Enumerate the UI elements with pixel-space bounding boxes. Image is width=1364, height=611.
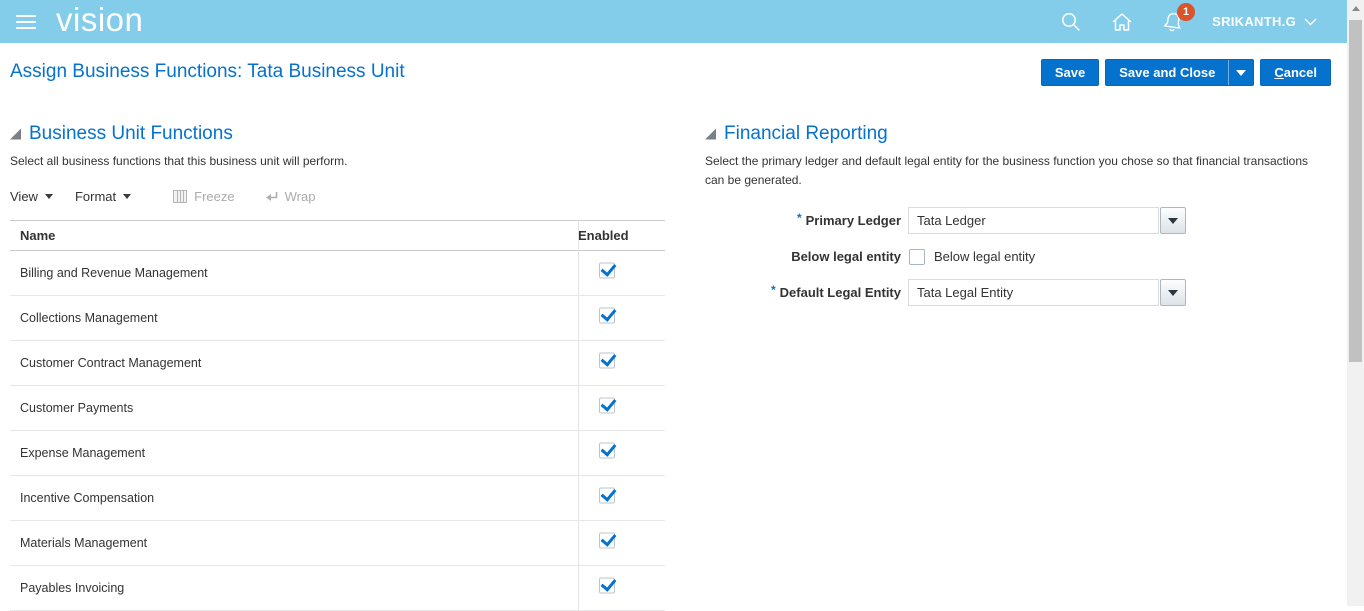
table-row[interactable]: Expense Management xyxy=(10,431,665,476)
table-row[interactable]: Customer Payments xyxy=(10,386,665,431)
triangle-down-icon xyxy=(1168,218,1178,224)
below-legal-entity-checkbox[interactable] xyxy=(909,249,925,265)
table-header-row: Name Enabled xyxy=(10,220,665,251)
default-legal-entity-dropdown-button[interactable] xyxy=(1160,279,1186,306)
business-unit-functions-section: Business Unit Functions Select all busin… xyxy=(10,123,665,611)
business-function-name: Billing and Revenue Management xyxy=(10,266,208,280)
format-menu[interactable]: Format xyxy=(75,189,131,204)
primary-ledger-label: Primary Ledger xyxy=(806,213,901,228)
section-title: Business Unit Functions xyxy=(29,123,233,145)
business-function-name: Expense Management xyxy=(10,446,145,460)
business-function-name: Materials Management xyxy=(10,536,147,550)
section-description: Select all business functions that this … xyxy=(10,152,665,171)
enabled-checkbox[interactable] xyxy=(599,307,615,323)
table-row[interactable]: Incentive Compensation xyxy=(10,476,665,521)
section-collapse-icon[interactable] xyxy=(10,129,21,140)
user-name: SRIKANTH.G xyxy=(1212,14,1296,29)
default-legal-entity-input[interactable]: Tata Legal Entity xyxy=(908,279,1159,306)
freeze-icon xyxy=(173,190,188,204)
notification-badge: 1 xyxy=(1177,3,1195,21)
table-row[interactable]: Payables Invoicing xyxy=(10,566,665,611)
enabled-checkbox[interactable] xyxy=(599,352,615,368)
hamburger-menu-icon[interactable] xyxy=(16,15,36,29)
table-toolbar: View Format Freeze Wrap xyxy=(10,187,665,207)
table-row[interactable]: Collections Management xyxy=(10,296,665,341)
below-legal-entity-checkbox-label: Below legal entity xyxy=(934,249,1035,264)
triangle-down-icon xyxy=(1236,70,1246,76)
vertical-scrollbar[interactable] xyxy=(1347,0,1364,606)
below-legal-entity-row: Below legal entity Below legal entity xyxy=(705,243,1317,270)
notifications-bell-icon[interactable]: 1 xyxy=(1162,10,1184,34)
cancel-button[interactable]: Cancel xyxy=(1260,59,1331,86)
triangle-down-icon xyxy=(1168,290,1178,296)
triangle-down-icon xyxy=(123,194,131,199)
column-header-name: Name xyxy=(10,228,568,243)
wrap-button: Wrap xyxy=(265,189,316,204)
default-legal-entity-row: * Default Legal Entity Tata Legal Entity xyxy=(705,279,1317,306)
business-function-name: Customer Contract Management xyxy=(10,356,201,370)
business-function-name: Payables Invoicing xyxy=(10,581,124,595)
search-icon[interactable] xyxy=(1060,11,1082,33)
business-functions-table: Name Enabled Billing and Revenue Managem… xyxy=(10,220,665,611)
business-function-name: Customer Payments xyxy=(10,401,133,415)
enabled-checkbox[interactable] xyxy=(599,487,615,503)
save-and-close-dropdown-button[interactable] xyxy=(1228,60,1253,85)
freeze-button: Freeze xyxy=(173,189,234,204)
section-collapse-icon[interactable] xyxy=(705,129,716,140)
home-icon[interactable] xyxy=(1110,11,1134,33)
triangle-down-icon xyxy=(45,194,53,199)
save-and-close-button[interactable]: Save and Close xyxy=(1106,60,1228,85)
view-menu[interactable]: View xyxy=(10,189,53,204)
section-description: Select the primary ledger and default le… xyxy=(705,152,1317,189)
enabled-checkbox[interactable] xyxy=(599,442,615,458)
primary-ledger-dropdown-button[interactable] xyxy=(1160,207,1186,234)
primary-ledger-row: * Primary Ledger Tata Ledger xyxy=(705,207,1317,234)
save-and-close-split-button: Save and Close xyxy=(1105,59,1254,86)
enabled-checkbox[interactable] xyxy=(599,532,615,548)
required-indicator: * xyxy=(771,283,776,297)
scrollbar-up-button[interactable] xyxy=(1347,0,1364,17)
table-row[interactable]: Billing and Revenue Management xyxy=(10,251,665,296)
section-title: Financial Reporting xyxy=(724,123,888,145)
required-indicator: * xyxy=(797,211,802,225)
page-title: Assign Business Functions: Tata Business… xyxy=(10,61,405,83)
primary-ledger-input[interactable]: Tata Ledger xyxy=(908,207,1159,234)
user-menu[interactable]: SRIKANTH.G xyxy=(1212,14,1317,29)
business-function-name: Collections Management xyxy=(10,311,158,325)
default-legal-entity-label: Default Legal Entity xyxy=(780,285,901,300)
enabled-checkbox[interactable] xyxy=(599,262,615,278)
scrollbar-thumb[interactable] xyxy=(1349,20,1362,362)
arrow-up-icon xyxy=(1352,6,1360,11)
table-row[interactable]: Customer Contract Management xyxy=(10,341,665,386)
save-button[interactable]: Save xyxy=(1041,59,1099,86)
chevron-down-icon xyxy=(1304,18,1317,26)
action-buttons: Save Save and Close Cancel xyxy=(1041,59,1331,86)
app-logo: vision xyxy=(56,0,143,41)
financial-reporting-section: Financial Reporting Select the primary l… xyxy=(705,123,1317,315)
app-header: vision 1 SRIKANTH.G xyxy=(0,0,1347,43)
table-row[interactable]: Materials Management xyxy=(10,521,665,566)
enabled-checkbox[interactable] xyxy=(599,397,615,413)
below-legal-entity-label: Below legal entity xyxy=(791,249,901,264)
business-function-name: Incentive Compensation xyxy=(10,491,154,505)
enabled-checkbox[interactable] xyxy=(599,577,615,593)
wrap-icon xyxy=(265,190,279,203)
